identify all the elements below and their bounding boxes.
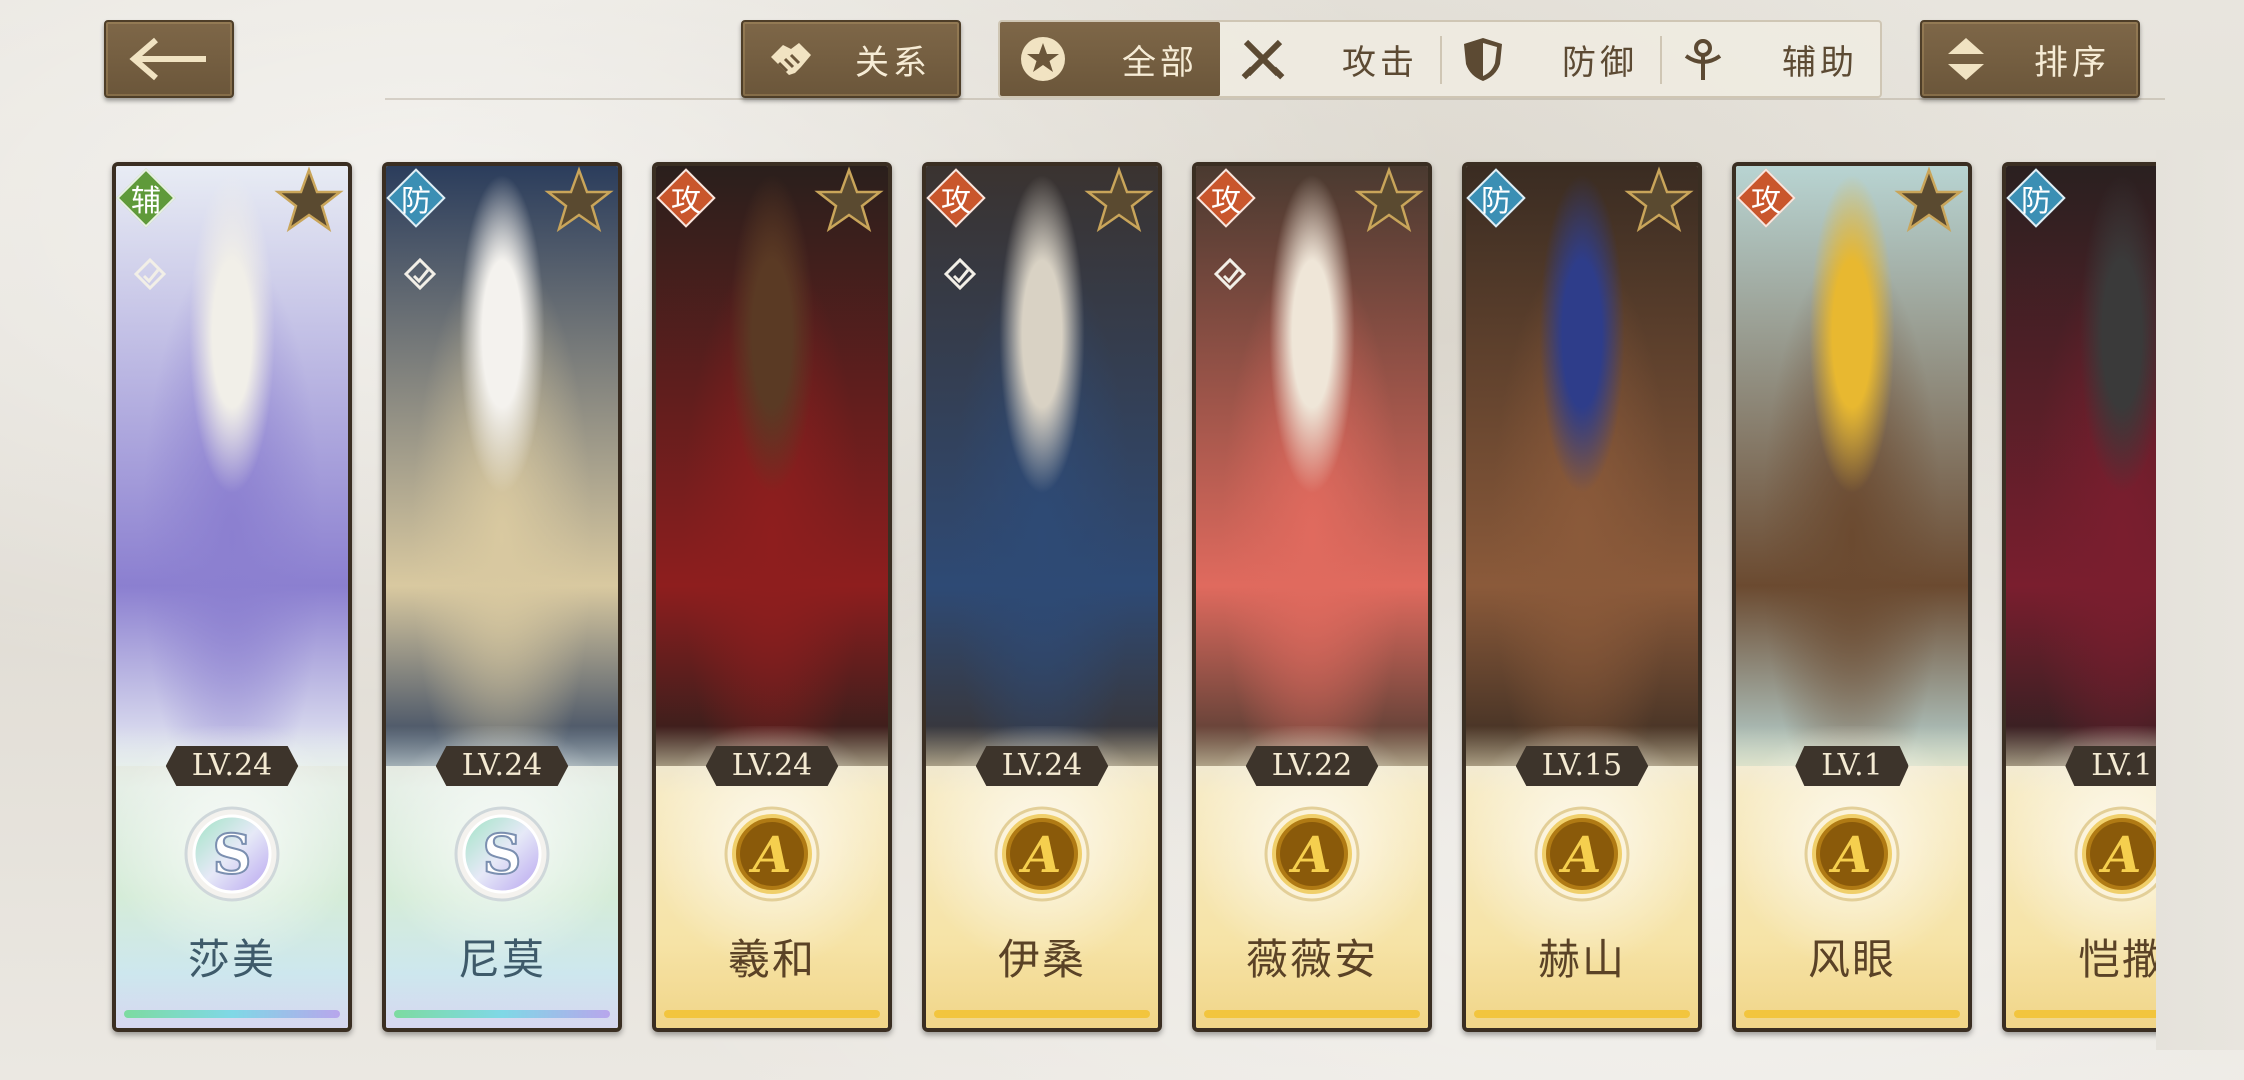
star-icon: [1624, 166, 1694, 233]
sort-button[interactable]: 排序: [1920, 20, 2140, 98]
card-bottom-bar: [664, 1010, 880, 1018]
hero-name: 羲和: [727, 935, 816, 984]
card-bottom-bar: [394, 1010, 610, 1018]
sort-icon: [1948, 38, 1984, 80]
crossed-swords-icon: [1241, 39, 1285, 80]
role-badge: 防: [1466, 168, 1526, 228]
hero-name: 伊桑: [997, 935, 1086, 984]
svg-text:A: A: [1829, 825, 1872, 884]
card-bottom-bar: [1744, 1010, 1960, 1018]
rank-a-medal: A: [1264, 806, 1360, 902]
hero-name: 尼莫: [457, 935, 546, 984]
handshake-icon: [771, 43, 811, 75]
role-label: 防: [1481, 184, 1511, 219]
hero-card[interactable]: 防 LV.15 A 赫山: [1462, 162, 1702, 1032]
support-staff-icon: [1684, 39, 1722, 80]
level-tag: LV.15: [1515, 746, 1649, 786]
hero-portrait: [1466, 166, 1698, 766]
hero-card[interactable]: 防 LV.24 S 尼莫: [382, 162, 622, 1032]
level-tag: LV.24: [975, 746, 1109, 786]
role-badge: 攻: [1196, 168, 1256, 228]
relation-button[interactable]: 关系: [741, 20, 961, 98]
hero-card-list: 辅 LV.24 S 莎美 防 LV.24 S 尼莫 攻 LV.24 A 羲和 攻…: [112, 162, 2242, 1032]
hero-card[interactable]: 攻 LV.24 A 羲和: [652, 162, 892, 1032]
hero-name: 风眼: [1807, 935, 1896, 984]
role-badge: 攻: [1736, 168, 1796, 228]
star-icon: [544, 166, 614, 233]
shield-icon: [1464, 38, 1502, 81]
hero-card[interactable]: 攻 LV.1 A 风眼: [1732, 162, 1972, 1032]
tab-defense-label: 防御: [1562, 42, 1638, 83]
rank-s-medal: S: [454, 806, 550, 902]
star-icon: [814, 166, 884, 233]
svg-text:S: S: [483, 822, 522, 886]
header-divider: [385, 98, 2165, 100]
rank-a-medal: A: [1804, 806, 1900, 902]
card-bottom-bar: [1474, 1010, 1690, 1018]
tab-support[interactable]: 辅助: [1660, 22, 1880, 96]
rank-a-medal: A: [724, 806, 820, 902]
role-filter-tabs: 全部 攻击 防御 辅助: [998, 20, 1882, 98]
hero-name: 薇薇安: [1245, 935, 1378, 984]
hero-name: 赫山: [1537, 935, 1626, 984]
role-label: 攻: [671, 184, 701, 219]
tab-attack[interactable]: 攻击: [1220, 22, 1440, 96]
star-icon: [1894, 166, 1964, 233]
role-label: 攻: [941, 184, 971, 219]
svg-text:A: A: [749, 825, 792, 884]
star-icon: [1354, 166, 1424, 233]
star-circle-icon: [1021, 37, 1065, 81]
tab-attack-label: 攻击: [1342, 42, 1418, 83]
svg-text:A: A: [1019, 825, 1062, 884]
role-badge: 防: [386, 168, 446, 228]
card-bottom-bar: [124, 1010, 340, 1018]
hero-portrait: [656, 166, 888, 766]
bond-mark-icon: [1213, 257, 1247, 291]
arrow-left-icon: [129, 37, 206, 81]
star-icon: [1084, 166, 1154, 233]
role-label: 辅: [131, 184, 161, 219]
tab-defense[interactable]: 防御: [1440, 22, 1660, 96]
hero-card[interactable]: 辅 LV.24 S 莎美: [112, 162, 352, 1032]
hero-name: 莎美: [187, 935, 276, 984]
bond-mark-icon: [403, 257, 437, 291]
level-tag: LV.24: [435, 746, 569, 786]
svg-text:A: A: [2099, 825, 2142, 884]
tab-all[interactable]: 全部: [1000, 22, 1220, 96]
bond-mark-icon: [943, 257, 977, 291]
role-badge: 攻: [656, 168, 716, 228]
role-badge: 辅: [116, 168, 176, 228]
level-tag: LV.1: [1795, 746, 1909, 786]
card-bottom-bar: [1204, 1010, 1420, 1018]
role-badge: 防: [2006, 168, 2066, 228]
hero-card[interactable]: 攻 LV.22 A 薇薇安: [1192, 162, 1432, 1032]
level-tag: LV.24: [165, 746, 299, 786]
role-label: 防: [2021, 184, 2051, 219]
hero-card[interactable]: 攻 LV.24 A 伊桑: [922, 162, 1162, 1032]
sort-label: 排序: [2034, 42, 2110, 83]
role-label: 攻: [1211, 184, 1241, 219]
rank-s-medal: S: [184, 806, 280, 902]
svg-text:A: A: [1559, 825, 1602, 884]
bond-mark-icon: [133, 257, 167, 291]
back-button[interactable]: [104, 20, 234, 98]
level-tag: LV.22: [1245, 746, 1379, 786]
level-tag: LV.24: [705, 746, 839, 786]
svg-text:S: S: [213, 822, 252, 886]
tab-support-label: 辅助: [1782, 42, 1858, 83]
tab-all-label: 全部: [1122, 42, 1198, 83]
card-bottom-bar: [934, 1010, 1150, 1018]
hero-portrait: [1736, 166, 1968, 766]
list-edge-mask: [2156, 150, 2244, 1050]
svg-text:A: A: [1289, 825, 1332, 884]
rank-a-medal: A: [1534, 806, 1630, 902]
role-label: 攻: [1751, 184, 1781, 219]
role-badge: 攻: [926, 168, 986, 228]
rank-a-medal: A: [994, 806, 1090, 902]
relation-label: 关系: [855, 42, 931, 83]
role-label: 防: [401, 184, 431, 219]
star-icon: [274, 166, 344, 233]
